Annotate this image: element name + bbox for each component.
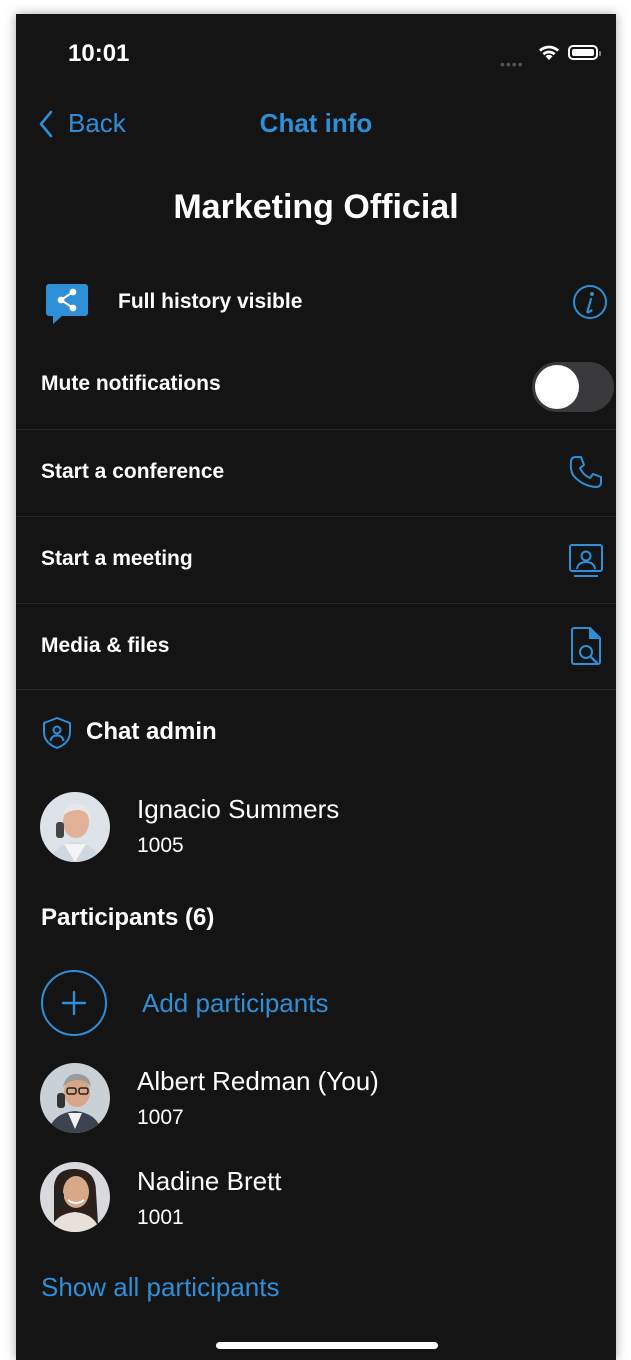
start-meeting-row[interactable]: Start a meeting [16, 517, 616, 603]
phone-screen: 10:01 •••• Back Chat info Marketing Offi… [16, 14, 616, 1360]
info-icon[interactable] [572, 284, 608, 320]
battery-icon [568, 45, 601, 60]
phone-icon [569, 456, 602, 488]
participant-extension: 1001 [137, 1206, 184, 1229]
file-search-icon [571, 627, 601, 665]
add-participants-label[interactable]: Add participants [142, 988, 328, 1019]
start-conference-label: Start a conference [41, 460, 225, 483]
avatar [40, 1063, 110, 1133]
add-participants-button[interactable] [41, 970, 107, 1036]
chat-admin-title: Chat admin [86, 718, 217, 745]
divider [16, 689, 616, 690]
avatar [40, 1162, 110, 1232]
page-title: Chat info [259, 108, 373, 138]
mute-notifications-toggle[interactable] [532, 362, 614, 412]
toggle-knob [535, 365, 579, 409]
show-all-participants-link[interactable]: Show all participants [41, 1272, 279, 1303]
participant-name: Nadine Brett [137, 1166, 282, 1196]
wifi-icon [539, 45, 559, 60]
plus-icon [61, 990, 87, 1016]
avatar [40, 792, 110, 862]
mute-notifications-label: Mute notifications [41, 372, 221, 395]
admin-extension: 1005 [137, 834, 184, 857]
status-bar: 10:01 •••• [16, 14, 616, 94]
participant-extension: 1007 [137, 1106, 184, 1129]
cellular-signal-icon: •••• [500, 56, 524, 72]
start-meeting-label: Start a meeting [41, 547, 193, 570]
participant-name: Albert Redman (You) [137, 1066, 379, 1096]
start-conference-row[interactable]: Start a conference [16, 430, 616, 516]
media-files-label: Media & files [41, 634, 170, 657]
presentation-icon [569, 544, 603, 577]
share-chat-icon [46, 284, 88, 324]
media-files-row[interactable]: Media & files [16, 604, 616, 690]
chat-name: Marketing Official [173, 188, 459, 226]
admin-name: Ignacio Summers [137, 794, 340, 824]
shield-icon [43, 717, 71, 749]
participants-title: Participants (6) [41, 904, 215, 931]
history-visibility-label: Full history visible [118, 290, 303, 313]
status-time: 10:01 [68, 40, 130, 67]
nav-bar: Back Chat info [16, 100, 616, 150]
home-indicator[interactable] [216, 1342, 438, 1349]
